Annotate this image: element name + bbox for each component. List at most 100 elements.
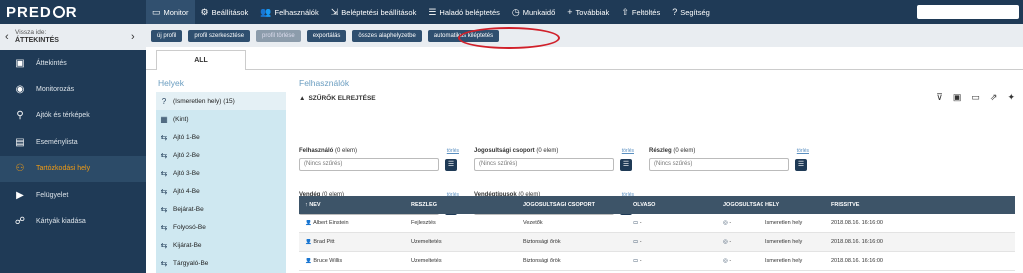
- cell-value: -: [639, 239, 642, 245]
- filter-input[interactable]: (Nincs szűrés): [474, 158, 614, 171]
- location-item[interactable]: ⇆ Kijárat-Be: [156, 236, 286, 254]
- logo-ring-icon: [52, 6, 65, 18]
- location-label: Ajtó 1-Be: [173, 133, 200, 141]
- column-header[interactable]: RÉSZLEG: [411, 202, 519, 208]
- cards-icon: ☍: [14, 216, 26, 228]
- hide-filters-toggle[interactable]: ▲ SZŰRŐK ELREJTÉSE: [299, 92, 1015, 104]
- menu-item-munkaido[interactable]: ◷ Munkaidő: [506, 0, 561, 24]
- filter-input[interactable]: (Nincs szűrés): [649, 158, 789, 171]
- filter-clear-link[interactable]: törlés: [447, 148, 459, 154]
- cell-value: Biztonsági őrök: [523, 258, 561, 264]
- column-header[interactable]: FRISSÍTVE: [831, 202, 911, 208]
- sidebar-item-monitorozas[interactable]: ◉ Monitorozás: [0, 76, 146, 102]
- eye-icon: ◉: [15, 84, 25, 96]
- location-item[interactable]: ▦ (Kint): [156, 110, 286, 128]
- filter-input[interactable]: (Nincs szűrés): [299, 158, 439, 171]
- clear-filter-icon[interactable]: ⊽: [936, 92, 943, 103]
- table-row[interactable]: 👤 Albert Einstein Fejlesztés Vezetők ▭ - ◎ -…: [299, 214, 1015, 233]
- column-header[interactable]: OLVASÓ: [633, 202, 719, 208]
- sidebar-item-label: Áttekintés: [36, 59, 67, 67]
- toolbar: új profil profil szerkesztése profil törlé…: [146, 24, 1023, 47]
- filter-clear-link[interactable]: törlés: [622, 148, 634, 154]
- location-label: Ajtó 2-Be: [173, 151, 200, 159]
- sidebar-item-esemenylista[interactable]: ▤ Eseménylista: [0, 129, 146, 155]
- location-label: Ajtó 3-Be: [173, 169, 200, 177]
- table-row[interactable]: 👤 Bruce Willis Üzemeltetés Biztonsági őrök…: [299, 252, 1015, 271]
- highlight-annotation: [458, 27, 560, 49]
- profil-szerkesztese-button[interactable]: profil szerkesztése: [188, 29, 251, 42]
- export-icon[interactable]: ⇗: [990, 92, 998, 103]
- filter-clear-link[interactable]: törlés: [797, 148, 809, 154]
- list-select-icon[interactable]: ☰: [620, 159, 632, 171]
- back-link[interactable]: ‹ Vissza ide: ÁTTEKINTÉS ›: [0, 24, 146, 50]
- column-header[interactable]: ↑ NÉV: [305, 202, 405, 208]
- folder-icon[interactable]: ▭: [971, 92, 980, 103]
- search-input[interactable]: [917, 5, 1019, 19]
- tab-bar: ALL: [146, 50, 1023, 70]
- profil-torlese-button[interactable]: profil törlése: [256, 29, 301, 42]
- pin-icon[interactable]: ✦: [1007, 92, 1015, 103]
- help-icon: ?: [672, 6, 678, 17]
- location-item[interactable]: ⇆ Ajtó 4-Be: [156, 182, 286, 200]
- gear-icon: ⚙: [200, 6, 209, 17]
- filter-count: (0 elem): [335, 148, 358, 154]
- location-item[interactable]: ⇆ Ajtó 3-Be: [156, 164, 286, 182]
- menu-item-halado-beleptetes[interactable]: ☰ Haladó beléptetés: [422, 0, 506, 24]
- chevron-right-icon[interactable]: ›: [131, 31, 141, 43]
- tab-all[interactable]: ALL: [156, 50, 246, 70]
- sliders-icon: ☰: [428, 6, 437, 17]
- main-menu: ▭ Monitor ⚙ Beállítások 👥 Felhasználók ⇲ Belépt…: [146, 0, 716, 24]
- table-cell: Ismeretlen hely: [765, 258, 829, 264]
- cell-value: Üzemeltetés: [411, 239, 442, 245]
- upload-icon: ⇧: [621, 6, 629, 17]
- cell-value: Üzemeltetés: [411, 258, 442, 264]
- menu-item-felhasznalok[interactable]: 👥 Felhasználók: [254, 0, 324, 24]
- menu-item-beleptetesi-beallitasok[interactable]: ⇲ Beléptetési beállítások: [325, 0, 423, 24]
- menu-item-beallitasok[interactable]: ⚙ Beállítások: [195, 0, 255, 24]
- sidebar-item-tartozkodasi-hely[interactable]: ⚇ Tartózkodási hely: [0, 155, 146, 182]
- logo-text-end: R: [65, 3, 78, 21]
- location-item[interactable]: ⇆ Folyosó-Be: [156, 218, 286, 236]
- location-item[interactable]: ⇆ Ajtó 1-Be: [156, 128, 286, 146]
- overview-icon: ▣: [15, 57, 25, 69]
- column-header[interactable]: JOGOSULTSÁGI CSOPORT: [523, 202, 631, 208]
- sidebar-item-label: Eseménylista: [36, 138, 78, 146]
- door-icon: ⇆: [160, 204, 168, 214]
- menu-item-label: Feltöltés: [631, 7, 661, 17]
- menu-item-tovabbiak[interactable]: + Továbbiak: [561, 0, 615, 24]
- sidebar-item-ajtok-es-terkepek[interactable]: ⚲ Ajtók és térképek: [0, 103, 146, 129]
- column-header[interactable]: HELY: [765, 202, 829, 208]
- exportalas-button[interactable]: exportálás: [306, 29, 347, 42]
- list-select-icon[interactable]: ☰: [445, 159, 457, 171]
- top-navigation: PRED R ▭ Monitor ⚙ Beállítások 👥 Felhasználók…: [0, 0, 1023, 24]
- list-select-icon[interactable]: ☰: [795, 159, 807, 171]
- location-item[interactable]: ⇆ Tárgyaló-Be: [156, 254, 286, 272]
- sidebar-item-kartyak-kiadasa[interactable]: ☍ Kártyák kiadása: [0, 208, 146, 234]
- sidebar-item-label: Monitorozás: [36, 86, 75, 94]
- sidebar-item-felugyelet[interactable]: ▶ Felügyelet: [0, 182, 146, 208]
- cell-value: Bruce Willis: [313, 258, 343, 264]
- osszes-alaphelyzetbe-button[interactable]: összes alaphelyzetbe: [352, 29, 422, 42]
- menu-item-label: Monitor: [163, 7, 189, 17]
- filter-name: Részleg: [649, 148, 672, 154]
- table-row[interactable]: 👤 Brad Pitt Üzemeltetés Biztonsági őrök ▭ -…: [299, 233, 1015, 252]
- menu-item-feltoltes[interactable]: ⇧ Feltöltés: [615, 0, 666, 24]
- uj-profil-button[interactable]: új profil: [151, 29, 183, 42]
- table-cell: 👤 Bruce Willis: [305, 258, 405, 264]
- menu-item-segitseg[interactable]: ? Segítség: [666, 0, 716, 24]
- card-reader-icon: ▭: [633, 258, 640, 264]
- sidebar-item-attekintes[interactable]: ▣ Áttekintés: [0, 50, 146, 76]
- chevron-left-icon: ‹: [5, 31, 9, 43]
- table-cell: ▭ -: [633, 220, 719, 226]
- save-icon[interactable]: ▣: [953, 92, 962, 103]
- location-item[interactable]: ⇆ Ajtó 2-Be: [156, 146, 286, 164]
- location-item[interactable]: ⇆ Bejárat-Be: [156, 200, 286, 218]
- monitor-icon: ▭: [152, 6, 161, 17]
- cell-value: Biztonsági őrök: [523, 239, 561, 245]
- column-header[interactable]: JOGOSULTSÁG 2: [723, 202, 763, 208]
- table-header: ↑ NÉV RÉSZLEG JOGOSULTSÁGI CSOPORT OLVASÓ JO…: [299, 196, 1015, 214]
- location-item[interactable]: ? (Ismeretlen hely) (15): [156, 92, 286, 110]
- location-label: Ajtó 4-Be: [173, 187, 200, 195]
- cell-value: Ismeretlen hely: [765, 239, 803, 245]
- menu-item-monitor[interactable]: ▭ Monitor: [146, 0, 195, 24]
